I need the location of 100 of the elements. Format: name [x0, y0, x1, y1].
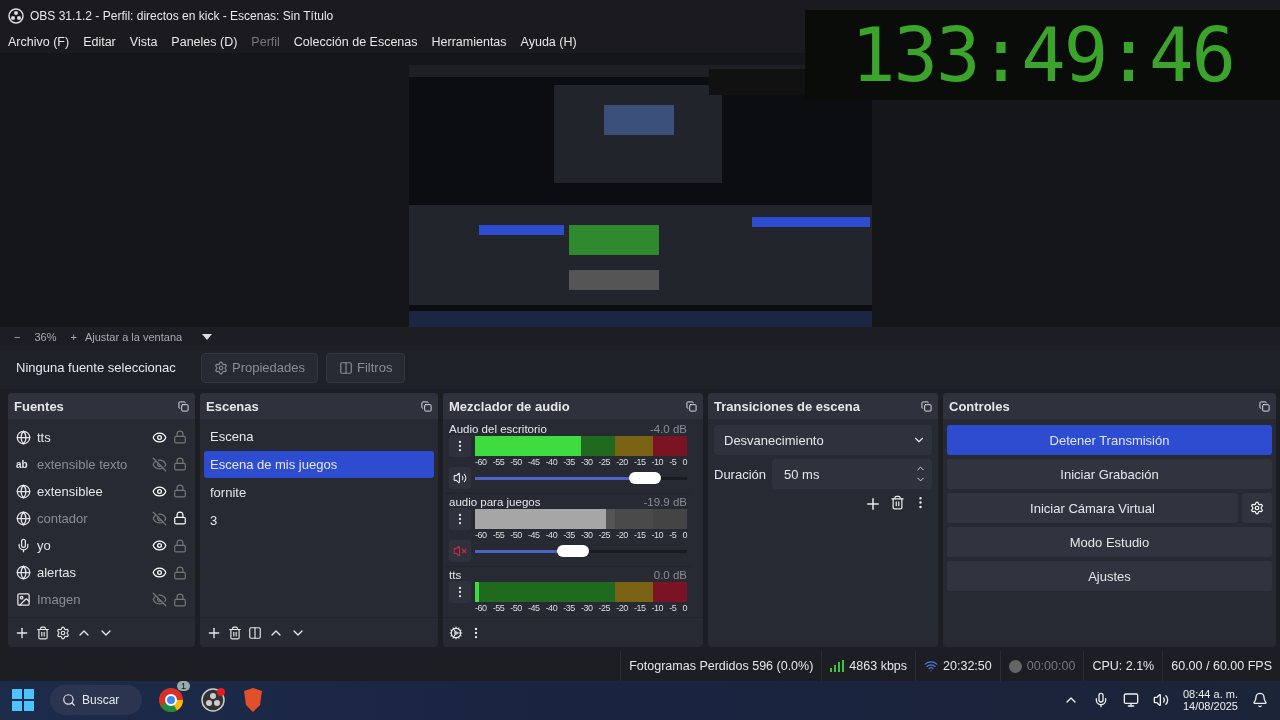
zoom-in-button[interactable]: +	[70, 330, 77, 343]
source-item[interactable]: extensiblee	[12, 477, 191, 505]
taskbar-search[interactable]: Buscar	[50, 685, 142, 716]
control-button[interactable]: Detener Transmisión	[947, 425, 1272, 456]
undock-icon[interactable]	[178, 401, 189, 412]
window-title: OBS 31.1.2 - Perfil: directos en kick - Escenas: Sin Título	[30, 8, 335, 23]
record-indicator-icon	[1008, 659, 1022, 673]
globe-icon	[16, 565, 31, 581]
eye-off-icon[interactable]	[152, 592, 167, 608]
channel-menu-button[interactable]	[449, 581, 471, 604]
duration-label: Duración	[714, 467, 767, 482]
meter-scale-label: -30	[580, 530, 593, 541]
eye-icon[interactable]	[152, 429, 167, 445]
eye-icon[interactable]	[152, 483, 167, 499]
source-name: alertas	[37, 565, 78, 581]
transition-select[interactable]: Desvanecimiento	[714, 425, 932, 456]
notification-badge: 1	[177, 681, 190, 692]
slider-thumb[interactable]	[628, 472, 661, 485]
menu-item[interactable]: Colección de Escenas	[293, 35, 418, 50]
meter-scale-label: -60	[475, 603, 487, 614]
channel-name: Audio del escritorio	[449, 423, 547, 436]
trash-icon[interactable]	[890, 495, 905, 511]
menu-item[interactable]: Herramientas	[431, 35, 507, 50]
meter-scale-label: 0	[682, 603, 687, 614]
undock-icon[interactable]	[921, 401, 932, 412]
volume-reading: -4.0 dB	[649, 423, 687, 436]
zoom-out-button[interactable]: −	[14, 330, 21, 343]
tray-time: 08:44 a. m.	[1182, 688, 1238, 701]
lock-icon[interactable]	[173, 511, 187, 526]
control-button[interactable]: Iniciar Cámara Virtual	[947, 493, 1238, 524]
source-item[interactable]: contador	[12, 504, 191, 533]
app-logo-icon	[8, 7, 24, 24]
browser-app-icon[interactable]	[158, 687, 184, 714]
menu-item[interactable]: Archivo (F)	[8, 35, 70, 50]
shield-app-icon[interactable]	[242, 688, 264, 713]
volume-slider[interactable]	[475, 471, 687, 486]
channel-name: audio para juegos	[449, 496, 541, 509]
settings-icon[interactable]	[56, 626, 70, 640]
cog-icon[interactable]	[449, 626, 463, 640]
scene-item[interactable]: Escena	[204, 423, 434, 451]
volume-icon[interactable]	[1152, 692, 1169, 709]
source-name: yo	[37, 538, 52, 554]
fps-reading: 60.00 / 60.00 FPS	[1171, 659, 1272, 674]
channel-name: tts	[449, 569, 462, 582]
slider-thumb[interactable]	[556, 545, 589, 558]
meter-scale-label: -5	[669, 603, 677, 614]
plus-icon[interactable]	[206, 625, 222, 641]
recording-app-icon[interactable]	[200, 687, 226, 714]
control-button[interactable]: Iniciar Grabación	[947, 459, 1272, 490]
eye-icon[interactable]	[152, 565, 167, 581]
source-item[interactable]: Imagen	[12, 586, 191, 614]
channel-menu-button[interactable]	[449, 508, 471, 531]
volume-slider[interactable]	[475, 544, 687, 559]
gear-icon	[1250, 501, 1264, 516]
eye-off-icon[interactable]	[152, 510, 167, 526]
source-item[interactable]: yo	[12, 532, 191, 560]
plus-icon[interactable]	[14, 625, 30, 641]
undock-icon[interactable]	[686, 401, 697, 412]
meter-scale-label: -10	[651, 457, 664, 468]
panel-title: Fuentes	[14, 399, 64, 414]
menu-item[interactable]: Editar	[83, 35, 116, 50]
channel-menu-button[interactable]	[449, 435, 471, 458]
scene-item[interactable]: fornite	[204, 479, 434, 507]
settings-button[interactable]	[1242, 493, 1272, 524]
meter-scale-label: -50	[510, 457, 522, 468]
meter-scale-label: -35	[563, 603, 575, 614]
filter-icon[interactable]	[248, 626, 262, 640]
menu-item[interactable]: Vista	[129, 35, 158, 50]
control-button[interactable]: Modo Estudio	[947, 527, 1272, 558]
trash-icon[interactable]	[36, 626, 50, 640]
source-item[interactable]: alertas	[12, 559, 191, 587]
filter-icon	[339, 360, 353, 375]
tray-date: 14/08/2025	[1182, 700, 1238, 713]
fit-window-button[interactable]: Ajustar a la ventana	[84, 330, 183, 343]
menu-item[interactable]: Ayuda (H)	[520, 35, 577, 50]
source-name: Imagen	[37, 592, 82, 608]
undock-icon[interactable]	[1259, 401, 1270, 412]
network-icon[interactable]	[1122, 692, 1139, 709]
gear-icon	[214, 360, 228, 375]
undock-icon[interactable]	[421, 401, 432, 412]
meter-scale-label: 0	[682, 530, 687, 541]
record-time: 00:00:00	[1026, 659, 1076, 674]
tray-clock[interactable]: 08:44 a. m. 14/08/2025	[1182, 688, 1238, 713]
scene-item[interactable]: Escena de mis juegos	[204, 451, 434, 479]
notification-bell-icon[interactable]	[1252, 692, 1268, 709]
control-button[interactable]: Ajustes	[947, 561, 1272, 592]
dropdown-caret-icon[interactable]	[202, 333, 213, 340]
trash-icon[interactable]	[228, 626, 242, 640]
duration-field[interactable]: 50 ms	[772, 459, 932, 490]
eye-icon[interactable]	[152, 538, 167, 554]
search-icon	[62, 693, 76, 708]
source-item[interactable]: tts	[12, 423, 191, 451]
meter-scale-label: -10	[651, 530, 664, 541]
scene-item[interactable]: 3	[204, 507, 434, 535]
source-item[interactable]: ab extensible texto	[12, 450, 191, 478]
eye-off-icon[interactable]	[152, 456, 167, 472]
menu-item[interactable]: Paneles (D)	[171, 35, 238, 50]
start-button-icon[interactable]	[12, 689, 34, 712]
meter-scale-label: -55	[492, 603, 505, 614]
mute-button[interactable]	[449, 467, 471, 490]
